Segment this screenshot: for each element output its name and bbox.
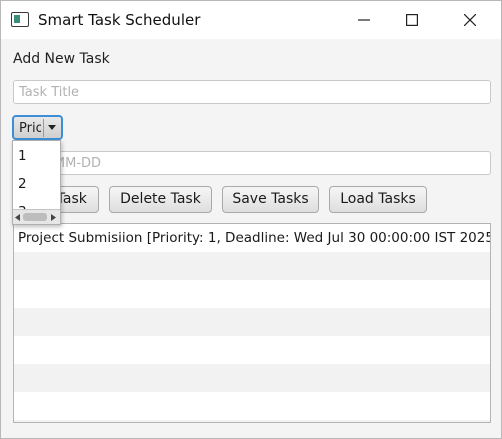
priority-combobox[interactable]: Priority: [12, 115, 63, 140]
deadline-input[interactable]: [13, 151, 491, 175]
app-window-icon: [11, 12, 29, 27]
add-task-label: Add New Task: [13, 51, 110, 67]
delete-task-button[interactable]: Delete Task: [109, 186, 212, 213]
task-list[interactable]: Project Submisiion [Priority: 1, Deadlin…: [13, 223, 491, 423]
window-title: Smart Task Scheduler: [38, 11, 201, 29]
maximize-icon: [406, 14, 418, 26]
list-row-empty: [14, 364, 490, 392]
chevron-down-icon: [48, 125, 56, 130]
scroll-left-icon[interactable]: [15, 214, 21, 221]
list-row-empty: [14, 420, 490, 422]
list-row-empty: [14, 252, 490, 280]
priority-option-1[interactable]: 1: [13, 142, 60, 170]
scrollbar-thumb[interactable]: [23, 213, 47, 221]
list-item[interactable]: Project Submisiion [Priority: 1, Deadlin…: [14, 224, 490, 252]
combobox-arrow-button[interactable]: [43, 119, 60, 137]
popup-horizontal-scrollbar[interactable]: [13, 209, 60, 224]
minimize-button[interactable]: [341, 1, 387, 39]
task-title-input[interactable]: [13, 80, 491, 104]
priority-dropdown-popup[interactable]: 1 2 3: [12, 140, 61, 225]
list-row-empty: [14, 308, 490, 336]
priority-combobox-value: Priority: [19, 121, 41, 136]
minimize-icon: [358, 19, 370, 21]
priority-option-2[interactable]: 2: [13, 170, 60, 198]
title-bar[interactable]: Smart Task Scheduler: [1, 1, 501, 39]
list-row-empty: [14, 336, 490, 364]
save-tasks-button[interactable]: Save Tasks: [222, 186, 319, 213]
load-tasks-button[interactable]: Load Tasks: [329, 186, 427, 213]
maximize-button[interactable]: [389, 1, 435, 39]
app-window: Smart Task Scheduler Add New Task Priori…: [0, 0, 502, 439]
list-row-empty: [14, 280, 490, 308]
close-button[interactable]: [447, 1, 493, 39]
scroll-right-icon[interactable]: [51, 214, 57, 221]
close-icon: [464, 14, 476, 26]
list-row-empty: [14, 392, 490, 420]
